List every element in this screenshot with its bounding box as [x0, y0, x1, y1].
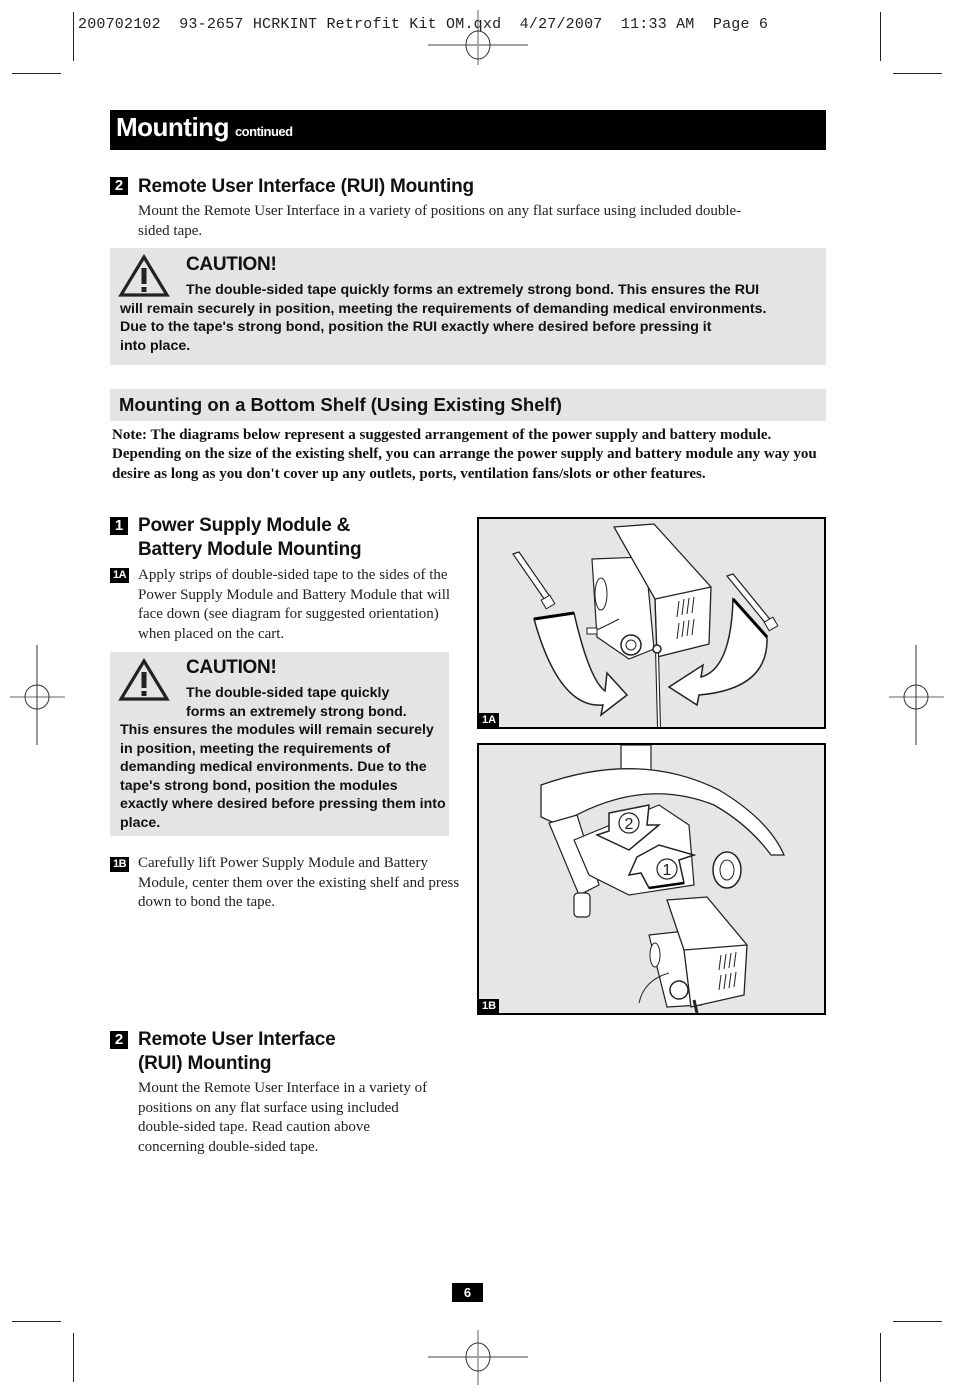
crop-mark — [893, 1321, 942, 1322]
fan-grille — [620, 634, 642, 656]
tape-strip-left — [512, 551, 554, 604]
marker-1: 1 — [663, 862, 672, 879]
step-heading-line: Battery Module Mounting — [138, 539, 362, 560]
warning-triangle-icon — [118, 254, 170, 297]
substep-label-1b: 1B — [110, 857, 129, 872]
registration-mark-right — [889, 645, 944, 745]
note-paragraph: Note: The diagrams below represent a sug… — [112, 427, 817, 482]
caution-title: CAUTION! — [186, 657, 277, 678]
page-number: 6 — [452, 1283, 483, 1302]
caution-text-line: will remain securely in position, meetin… — [120, 300, 767, 317]
caution-box-modules: CAUTION! The double-sided tape quickly f… — [110, 652, 449, 836]
crop-mark — [73, 1333, 74, 1382]
crop-mark — [880, 1333, 881, 1382]
step-heading: Remote User Interface (RUI) Mounting — [138, 176, 474, 197]
step-number-badge: 1 — [110, 517, 128, 535]
caution-text-line: into place. — [120, 337, 191, 354]
figure-1a: 1A — [477, 517, 826, 729]
crop-mark — [12, 73, 61, 74]
section-title: Mounting continued — [116, 112, 293, 143]
step-heading-line: Remote User Interface — [138, 1029, 336, 1050]
crop-mark — [12, 1321, 61, 1322]
warning-triangle-icon — [118, 658, 170, 701]
step-number-badge: 2 — [110, 1031, 128, 1049]
step-heading-line: Power Supply Module & — [138, 515, 351, 536]
fan-grille — [669, 980, 689, 1000]
figure-label: 1A — [479, 713, 500, 727]
caution-text-line: Due to the tape's strong bond, position … — [120, 319, 712, 335]
step-heading-line: (RUI) Mounting — [138, 1053, 272, 1074]
registration-mark-left — [10, 645, 65, 745]
crop-mark — [893, 73, 942, 74]
caution-box-top: CAUTION! The double-sided tape quickly f… — [110, 248, 826, 365]
substep-1b-text: Carefully lift Power Supply Module and B… — [138, 855, 460, 910]
figure-label: 1B — [479, 999, 500, 1013]
crop-mark — [73, 12, 74, 61]
rui-body-top: Mount the Remote User Interface in a var… — [138, 203, 742, 239]
subsection-header-bar: Mounting on a Bottom Shelf (Using Existi… — [110, 389, 826, 421]
section-title-text: Mounting — [116, 112, 229, 142]
caution-text-line: The double-sided tape quickly forms an e… — [186, 282, 760, 298]
step-number-badge: 2 — [110, 177, 128, 195]
registration-mark-bottom — [428, 1330, 528, 1385]
marker-2: 2 — [625, 816, 634, 833]
figure-1b: 2 1 1B — [477, 743, 826, 1015]
section-subtitle: continued — [234, 124, 293, 139]
caution-text-line: forms an extremely strong bond. — [186, 703, 407, 720]
illustration-cart-shelf: 2 1 — [540, 745, 785, 1013]
caster-left — [573, 892, 591, 918]
subsection-title: Mounting on a Bottom Shelf (Using Existi… — [119, 394, 562, 415]
rui-heading-top: 2 Remote User Interface (RUI) Mounting — [110, 175, 474, 199]
substep-label-1a: 1A — [110, 568, 129, 583]
caution-title: CAUTION! — [186, 254, 277, 275]
illustration-tape-on-modules — [512, 523, 779, 727]
crop-mark — [880, 12, 881, 61]
caution-text-line: The double-sided tape quickly — [186, 685, 390, 701]
print-slug-line: 200702102 93-2657 HCRKINT Retrofit Kit O… — [78, 16, 769, 33]
caution-text-body: This ensures the modules will remain sec… — [120, 722, 446, 831]
substep-1a-text: Apply strips of double-sided tape to the… — [138, 567, 451, 642]
step2-body: Mount the Remote User Interface in a var… — [138, 1080, 428, 1155]
section-header-bar: Mounting continued — [110, 110, 826, 150]
